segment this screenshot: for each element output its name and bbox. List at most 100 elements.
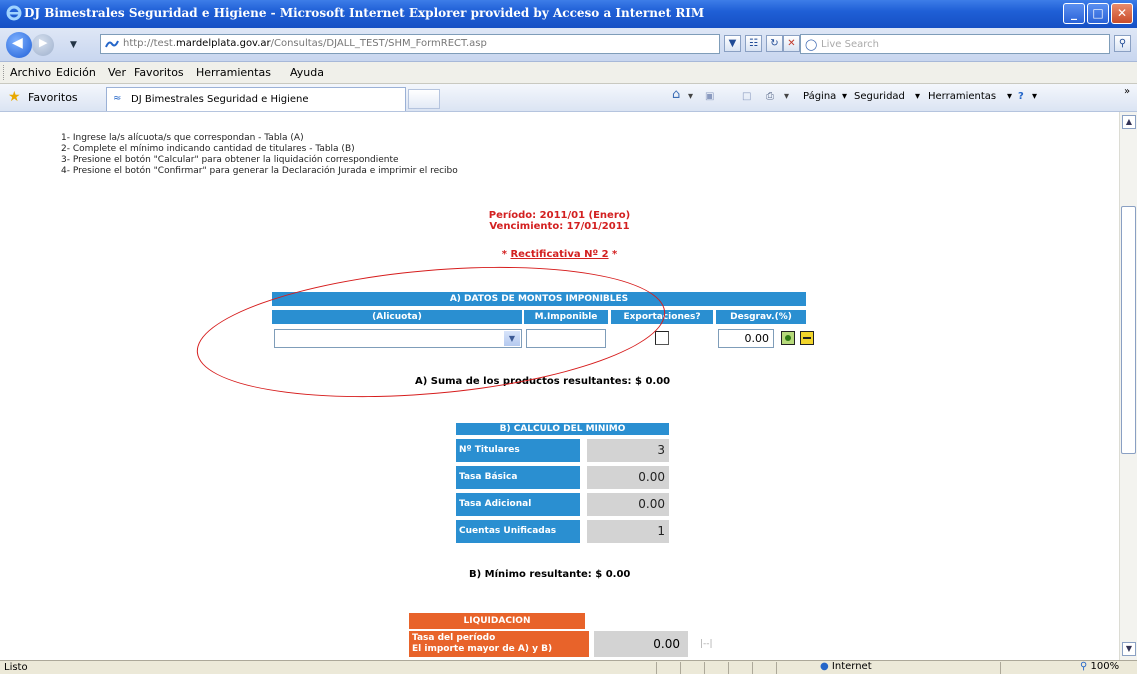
tasa-periodo-label: Tasa del período El importe mayor de A) y… — [409, 631, 589, 657]
live-search-icon: ◯ — [805, 38, 818, 51]
home-icon[interactable]: ⌂ — [672, 87, 680, 102]
zoom-level[interactable]: ⚲ 100% — [1080, 661, 1119, 672]
remove-row-icon[interactable] — [800, 331, 814, 345]
url-prefix: http://test. — [123, 38, 177, 49]
refresh-icon[interactable]: ↻ — [766, 35, 783, 52]
status-divider — [776, 662, 777, 674]
status-divider — [680, 662, 681, 674]
tab-favicon-icon: ≈ — [113, 93, 122, 104]
tab-title: DJ Bimestrales Seguridad e Higiene — [131, 94, 309, 105]
instruction-2: 2- Complete el mínimo indicando cantidad… — [61, 144, 355, 154]
new-tab-button[interactable] — [408, 89, 440, 109]
vertical-scrollbar[interactable]: ▲ ▼ — [1119, 112, 1137, 660]
add-row-icon[interactable] — [781, 331, 795, 345]
read-mail-icon[interactable]: □ — [742, 91, 751, 102]
herramientas-dropdown-icon[interactable]: ▾ — [1007, 91, 1012, 102]
liquidacion-dash: |--| — [700, 639, 713, 649]
compatibility-icon[interactable]: ☷ — [745, 35, 762, 52]
exportaciones-checkbox[interactable] — [655, 331, 669, 345]
window-titlebar: DJ Bimestrales Seguridad e Higiene - Mic… — [0, 0, 1137, 28]
url-domain: mardelplata.gov.ar — [176, 38, 271, 49]
back-button[interactable]: ◀ — [6, 32, 32, 58]
address-bar: ◀ ▶ ▼ http://test.mardelplata.gov.ar/Con… — [0, 28, 1137, 62]
desgrav-input[interactable]: 0.00 — [718, 329, 774, 348]
cuentas-unificadas-value[interactable]: 1 — [587, 520, 669, 543]
scroll-down-icon[interactable]: ▼ — [1122, 642, 1136, 656]
browser-tab[interactable]: ≈ DJ Bimestrales Seguridad e Higiene — [106, 87, 406, 111]
chevron-more-icon[interactable]: » — [1124, 86, 1130, 97]
instruction-3: 3- Presione el botón "Calcular" para obt… — [61, 155, 399, 165]
menu-herramientas[interactable]: Herramientas — [196, 66, 271, 79]
tasa-periodo-line-1: Tasa del período — [412, 633, 496, 643]
pagina-menu[interactable]: Página — [803, 91, 836, 102]
minimo-resultante: B) Mínimo resultante: $ 0.00 — [469, 569, 630, 580]
status-divider — [752, 662, 753, 674]
menu-archivo[interactable]: Archivo — [10, 66, 51, 79]
favorites-bar: ★ Favoritos ≈ DJ Bimestrales Seguridad e… — [0, 84, 1137, 112]
tasa-basica-label: Tasa Básica — [456, 466, 580, 489]
status-divider — [656, 662, 657, 674]
search-input[interactable]: ◯ Live Search — [800, 34, 1110, 54]
home-dropdown-icon[interactable]: ▾ — [688, 91, 693, 102]
help-icon[interactable]: ? — [1018, 91, 1024, 102]
col-desgrav: Desgrav.(%) — [716, 310, 806, 324]
address-dropdown-icon[interactable]: ▼ — [724, 35, 741, 52]
annotation-ellipse — [191, 249, 671, 415]
cuentas-unificadas-label: Cuentas Unificadas — [456, 520, 580, 543]
liquidacion-title: LIQUIDACION — [409, 613, 585, 629]
print-dropdown-icon[interactable]: ▾ — [784, 91, 789, 102]
titulares-value[interactable]: 3 — [587, 439, 669, 462]
zoom-icon: ⚲ — [1080, 661, 1088, 672]
scrollbar-thumb[interactable] — [1121, 206, 1136, 454]
tasa-basica-value: 0.00 — [587, 466, 669, 489]
feeds-icon[interactable]: ▣ — [705, 91, 714, 102]
menubar-grip — [3, 65, 6, 80]
scroll-up-icon[interactable]: ▲ — [1122, 115, 1136, 129]
stop-icon[interactable]: ✕ — [783, 35, 800, 52]
rectificativa-label: * Rectificativa Nº 2 * — [0, 249, 1119, 260]
close-button[interactable]: ✕ — [1111, 3, 1133, 24]
help-dropdown-icon[interactable]: ▾ — [1032, 91, 1037, 102]
history-dropdown-icon[interactable]: ▼ — [70, 40, 77, 50]
menu-ayuda[interactable]: Ayuda — [290, 66, 324, 79]
menu-bar: Archivo Edición Ver Favoritos Herramient… — [0, 62, 1137, 84]
window-title: DJ Bimestrales Seguridad e Higiene - Mic… — [24, 6, 705, 20]
vencimiento-label: Vencimiento: 17/01/2011 — [489, 221, 630, 232]
url-path: /Consultas/DJALL_TEST/SHM_FormRECT.asp — [270, 38, 487, 49]
zone-label: Internet — [831, 661, 872, 672]
rect-star-right: * — [608, 249, 618, 260]
ie-logo-icon — [6, 5, 22, 21]
seguridad-menu[interactable]: Seguridad — [854, 91, 905, 102]
titulares-label: Nº Titulares — [456, 439, 580, 462]
favorites-star-icon[interactable]: ★ — [8, 89, 21, 105]
search-placeholder: Live Search — [821, 39, 879, 50]
back-arrow-icon: ◀ — [12, 35, 23, 51]
status-divider — [704, 662, 705, 674]
maximize-button[interactable]: □ — [1087, 3, 1109, 24]
forward-button[interactable]: ▶ — [32, 34, 54, 56]
favorites-button[interactable]: Favoritos — [28, 91, 78, 104]
pagina-dropdown-icon[interactable]: ▾ — [842, 91, 847, 102]
menu-edicion[interactable]: Edición — [56, 66, 96, 79]
globe-icon: ● — [820, 661, 829, 672]
minimize-button[interactable]: _ — [1063, 3, 1085, 24]
tasa-adicional-value: 0.00 — [587, 493, 669, 516]
minimo-value: 0.00 — [605, 569, 631, 580]
instruction-4: 4- Presione el botón "Confirmar" para ge… — [61, 166, 458, 176]
print-icon[interactable]: ⎙ — [766, 91, 774, 102]
search-go-icon[interactable]: ⚲ — [1114, 35, 1131, 52]
rectificativa-link[interactable]: Rectificativa Nº 2 — [510, 249, 608, 260]
table-b-title: B) CALCULO DEL MINIMO — [456, 423, 669, 435]
suma-value: 0.00 — [645, 376, 671, 387]
herramientas-menu[interactable]: Herramientas — [928, 91, 996, 102]
menu-favoritos[interactable]: Favoritos — [134, 66, 184, 79]
url-input[interactable]: http://test.mardelplata.gov.ar/Consultas… — [100, 34, 720, 54]
zoom-value: 100% — [1090, 661, 1120, 672]
instructions: 1- Ingrese la/s alícuota/s que correspon… — [61, 133, 458, 177]
status-text: Listo — [4, 662, 28, 673]
security-zone[interactable]: ● Internet — [820, 661, 872, 672]
status-divider — [728, 662, 729, 674]
minimo-label: B) Mínimo resultante: $ — [469, 569, 603, 580]
seguridad-dropdown-icon[interactable]: ▾ — [915, 91, 920, 102]
menu-ver[interactable]: Ver — [108, 66, 126, 79]
